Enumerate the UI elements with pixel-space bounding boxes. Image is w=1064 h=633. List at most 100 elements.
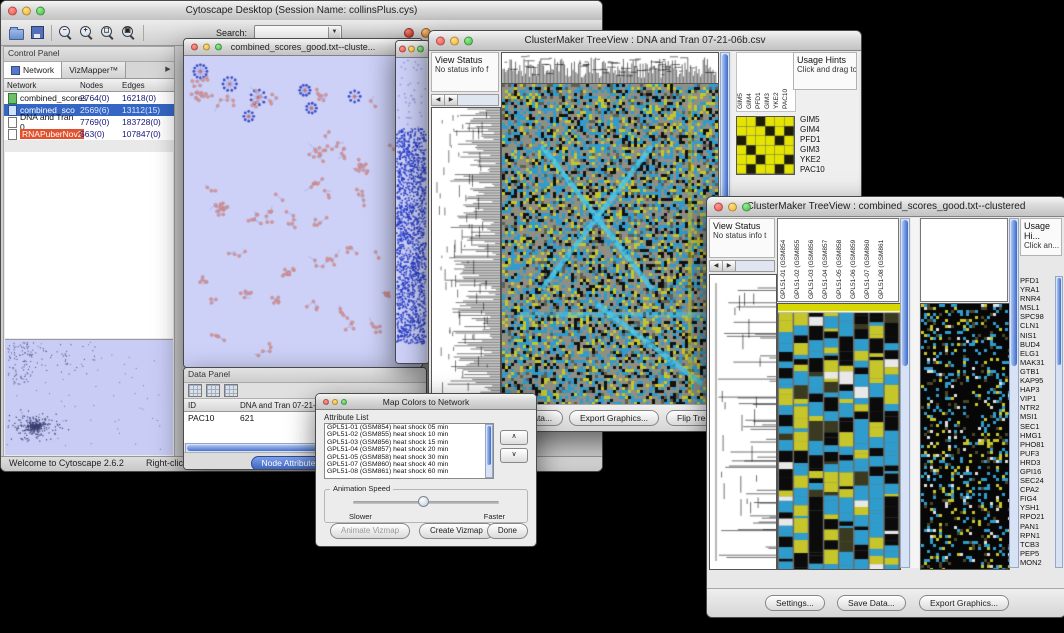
attribute-item[interactable]: GPL51-02 (GSM855) heat shock 10 min xyxy=(325,431,493,438)
network-graph-canvas-2[interactable] xyxy=(396,58,427,363)
minimize-button[interactable] xyxy=(728,202,737,211)
gene-label[interactable]: CPA2 xyxy=(1020,485,1054,494)
minimize-button[interactable] xyxy=(332,399,338,405)
treeview-dna-titlebar[interactable]: ClusterMaker TreeView : DNA and Tran 07-… xyxy=(429,31,861,51)
vscroll-thumb[interactable] xyxy=(722,54,728,215)
gene-label[interactable]: NIS1 xyxy=(1020,331,1054,340)
gene-label[interactable]: RPO21 xyxy=(1020,512,1054,521)
plugin-icon-red[interactable] xyxy=(404,28,414,38)
dendrogram-hscroll[interactable]: ◀ ▶ xyxy=(431,94,499,106)
row-dendrogram[interactable] xyxy=(431,107,501,407)
gene-label[interactable]: SEC24 xyxy=(1020,476,1054,485)
gene-label[interactable]: YSH1 xyxy=(1020,503,1054,512)
gene-label[interactable]: PHO81 xyxy=(1020,440,1054,449)
gene-label[interactable]: HAP3 xyxy=(1020,385,1054,394)
correlation-matrix[interactable] xyxy=(736,116,795,175)
scroll-left-icon[interactable]: ◀ xyxy=(710,261,723,271)
zoom-button[interactable] xyxy=(341,399,347,405)
export-graphics-button[interactable]: Export Graphics... xyxy=(569,410,659,426)
gene-label[interactable]: HRD3 xyxy=(1020,458,1054,467)
gene-label[interactable]: GTB1 xyxy=(1020,367,1054,376)
gene-label[interactable]: SPC98 xyxy=(1020,312,1054,321)
heatmap-dna[interactable] xyxy=(501,83,719,407)
zoom-in-icon[interactable]: + xyxy=(80,26,94,40)
attribute-delete-icon[interactable] xyxy=(224,384,238,397)
scroll-track[interactable] xyxy=(458,95,498,105)
attribute-item[interactable]: GPL51-03 (GSM856) heat shock 15 min xyxy=(325,439,493,446)
gene-label[interactable]: RPN1 xyxy=(1020,531,1054,540)
gene-label[interactable]: ELG1 xyxy=(1020,349,1054,358)
zoom-button[interactable] xyxy=(464,36,473,45)
tab-network[interactable]: Network xyxy=(4,62,62,78)
zoom-selection-icon[interactable]: ▣ xyxy=(122,26,136,40)
gene-label[interactable]: MAK31 xyxy=(1020,358,1054,367)
network-graph-canvas[interactable] xyxy=(184,56,420,367)
minimize-button[interactable] xyxy=(408,46,415,53)
gene-label[interactable]: PUF3 xyxy=(1020,449,1054,458)
move-down-button[interactable]: ∨ xyxy=(500,448,528,463)
gene-label[interactable]: MSL1 xyxy=(1020,303,1054,312)
attribute-create-icon[interactable] xyxy=(206,384,220,397)
gene-label[interactable]: MSI1 xyxy=(1020,412,1054,421)
minimize-button[interactable] xyxy=(450,36,459,45)
minimize-button[interactable] xyxy=(203,44,210,51)
dendrogram-hscroll[interactable]: ◀ ▶ xyxy=(709,260,775,272)
scroll-right-icon[interactable]: ▶ xyxy=(445,95,458,105)
animate-vizmap-button[interactable]: Animate Vizmap xyxy=(330,523,410,539)
export-graphics-button[interactable]: Export Graphics... xyxy=(919,595,1009,611)
listbox-vscroll[interactable] xyxy=(485,424,493,478)
network-overview-thumbnail[interactable] xyxy=(5,339,173,455)
attribute-item[interactable]: GPL51-04 (GSM857) heat shock 20 min xyxy=(325,446,493,453)
vscroll-thumb[interactable] xyxy=(1057,278,1061,365)
done-button[interactable]: Done xyxy=(487,523,528,539)
col-network[interactable]: Network xyxy=(4,81,80,90)
settings-button[interactable]: Settings... xyxy=(765,595,825,611)
scroll-left-icon[interactable]: ◀ xyxy=(432,95,445,105)
gene-label[interactable]: FIG4 xyxy=(1020,494,1054,503)
secondary-vscroll[interactable] xyxy=(1009,218,1019,568)
vscroll-thumb[interactable] xyxy=(487,426,491,465)
save-data-button[interactable]: Save Data... xyxy=(837,595,906,611)
attribute-item[interactable]: GPL51-01 (GSM854) heat shock 05 min xyxy=(325,424,493,431)
genelist-vscroll[interactable] xyxy=(1055,276,1063,568)
heatmap-vscroll[interactable] xyxy=(900,218,910,568)
network-view-titlebar[interactable]: combined_scores_good.txt--cluste... xyxy=(184,39,422,56)
network-row[interactable]: RNAPuberNov2 563(0) 107847(0) xyxy=(4,128,174,140)
gene-label[interactable]: NTR2 xyxy=(1020,403,1054,412)
gene-label[interactable]: CLN1 xyxy=(1020,321,1054,330)
gene-label[interactable]: PFD1 xyxy=(1020,276,1054,285)
tab-vizmapper[interactable]: VizMapper™ xyxy=(62,62,126,78)
heatmap-combined[interactable] xyxy=(777,303,901,570)
col-edges[interactable]: Edges xyxy=(122,81,174,90)
gene-label[interactable]: HMG1 xyxy=(1020,431,1054,440)
gene-label[interactable]: VIP1 xyxy=(1020,394,1054,403)
treeview-combined-titlebar[interactable]: ClusterMaker TreeView : combined_scores_… xyxy=(707,197,1064,217)
gene-label[interactable]: GIM3 xyxy=(800,145,825,155)
scroll-right-icon[interactable]: ▶ xyxy=(723,261,736,271)
vscroll-thumb[interactable] xyxy=(902,220,908,366)
close-button[interactable] xyxy=(399,46,406,53)
main-titlebar[interactable]: Cytoscape Desktop (Session Name: collins… xyxy=(1,1,602,21)
gene-label[interactable]: GIM4 xyxy=(800,125,825,135)
gene-label[interactable]: YKE2 xyxy=(800,155,825,165)
attribute-item[interactable]: GPL51-08 (GSM861) heat shock 60 min xyxy=(325,468,493,475)
create-vizmap-button[interactable]: Create Vizmap xyxy=(419,523,494,539)
row-dendrogram[interactable] xyxy=(709,274,777,570)
vscroll-thumb[interactable] xyxy=(1011,220,1017,366)
column-dendrogram[interactable] xyxy=(501,52,719,84)
gene-label[interactable]: GIM5 xyxy=(800,115,825,125)
search-dropdown-icon[interactable]: ▼ xyxy=(328,27,340,39)
move-up-button[interactable]: ∧ xyxy=(500,430,528,445)
attribute-item[interactable]: GPL51-07 (GSM860) heat shock 40 min xyxy=(325,461,493,468)
tab-overflow-icon[interactable]: ▶ xyxy=(162,62,174,78)
speed-slider-thumb[interactable] xyxy=(418,496,429,507)
zoom-button[interactable] xyxy=(417,46,424,53)
attribute-item[interactable]: GPL51-05 (GSM858) heat shock 30 min xyxy=(325,454,493,461)
close-button[interactable] xyxy=(191,44,198,51)
secondary-heatmap[interactable] xyxy=(920,303,1010,570)
attribute-select-icon[interactable] xyxy=(188,384,202,397)
dialog-titlebar[interactable]: Map Colors to Network xyxy=(316,394,536,410)
save-icon[interactable] xyxy=(31,26,44,39)
col-id[interactable]: ID xyxy=(184,401,240,410)
col-nodes[interactable]: Nodes xyxy=(80,81,122,90)
